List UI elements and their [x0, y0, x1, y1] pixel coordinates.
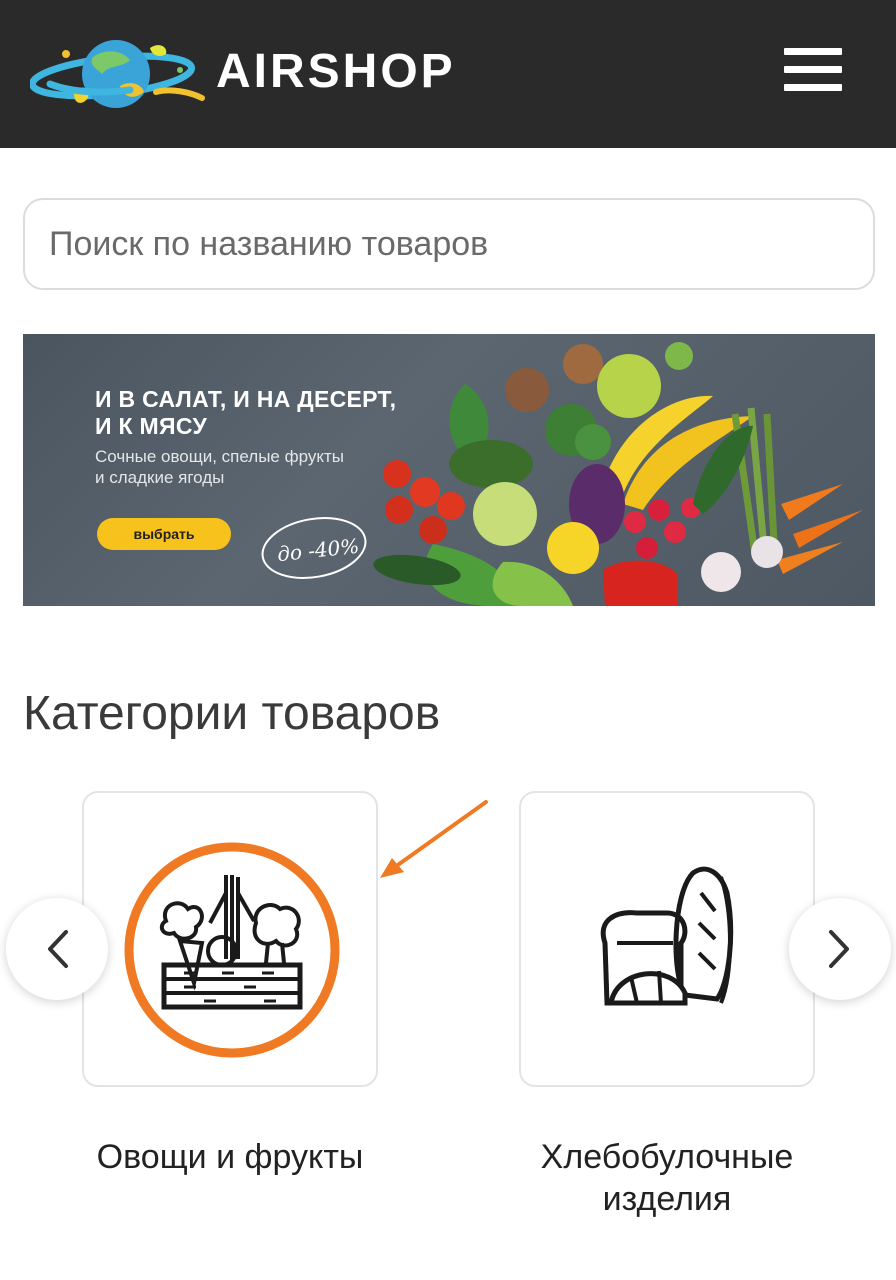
- planet-logo-icon[interactable]: [30, 28, 220, 120]
- vegetable-crate-icon: [124, 842, 340, 1058]
- app-header: AIRSHOP: [0, 0, 896, 148]
- banner-title-line2: И К МЯСУ: [95, 413, 208, 439]
- bread-icon: [600, 866, 734, 1006]
- category-card-bakery[interactable]: [519, 791, 815, 1087]
- chevron-right-icon: [829, 930, 849, 968]
- categories-title: Категории товаров: [23, 687, 441, 740]
- vegetables-image: [373, 342, 863, 606]
- menu-bar: [784, 48, 842, 55]
- carousel-prev-button[interactable]: [6, 898, 108, 1000]
- search-box: [23, 198, 875, 290]
- category-label-bakery[interactable]: Хлебобулочные изделия: [500, 1136, 834, 1220]
- banner-subtitle-line1: Сочные овощи, спелые фрукты: [95, 447, 344, 466]
- category-label-vegetables[interactable]: Овощи и фрукты: [60, 1136, 400, 1178]
- brand-name[interactable]: AIRSHOP: [216, 44, 456, 99]
- banner-choose-button[interactable]: выбрать: [97, 518, 231, 550]
- menu-bar: [784, 84, 842, 91]
- menu-bar: [784, 66, 842, 73]
- banner-title-line1: И В САЛАТ, И НА ДЕСЕРТ,: [95, 386, 397, 412]
- promo-banner[interactable]: И В САЛАТ, И НА ДЕСЕРТ, И К МЯСУ Сочные …: [23, 334, 875, 606]
- chevron-left-icon: [48, 930, 68, 968]
- hamburger-menu-icon[interactable]: [782, 44, 844, 96]
- banner-subtitle-line2: и сладкие ягоды: [95, 468, 225, 487]
- banner-title: И В САЛАТ, И НА ДЕСЕРТ, И К МЯСУ: [95, 386, 396, 440]
- search-input[interactable]: [25, 200, 873, 288]
- carousel-next-button[interactable]: [789, 898, 891, 1000]
- banner-subtitle: Сочные овощи, спелые фрукты и сладкие яг…: [95, 446, 344, 488]
- category-card-vegetables[interactable]: [82, 791, 378, 1087]
- category-label-bakery-line1: Хлебобулочные: [540, 1138, 794, 1176]
- category-label-bakery-line2: изделия: [602, 1180, 732, 1218]
- annotation-arrow-icon: [380, 800, 488, 878]
